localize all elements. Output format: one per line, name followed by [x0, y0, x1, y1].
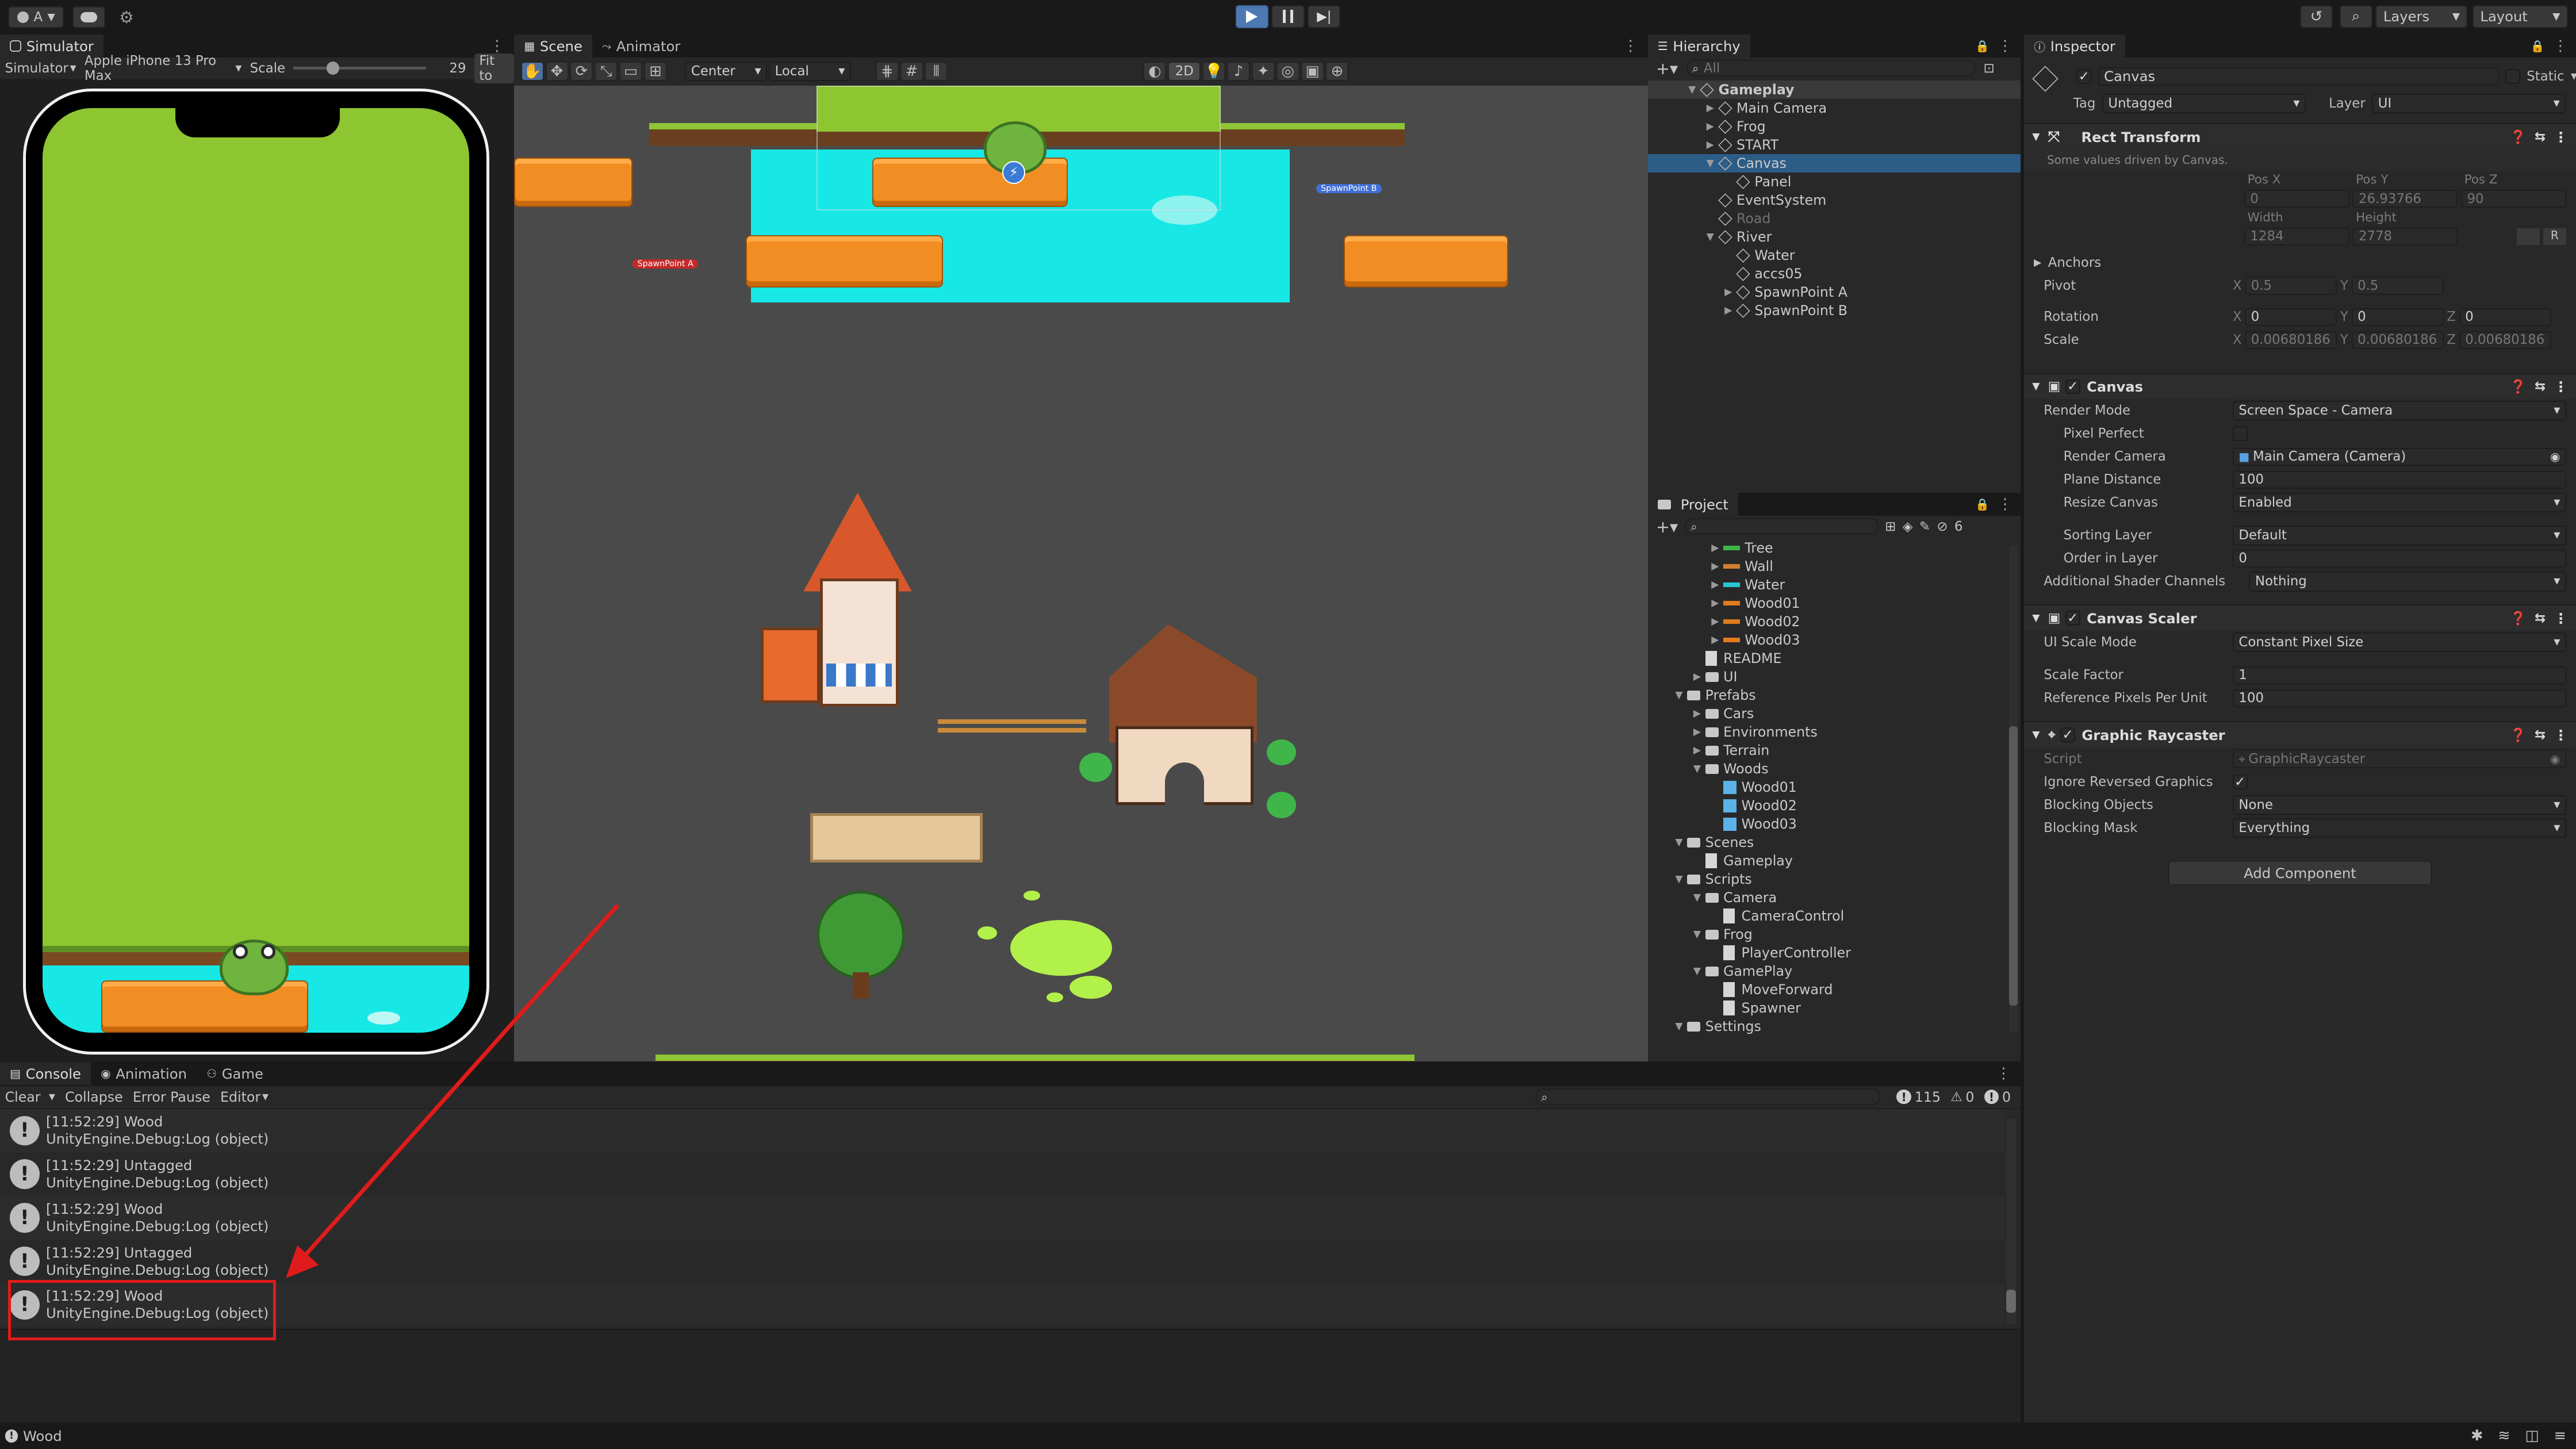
- status-bar: ! Wood ✱ ≋ ◫ ≡: [0, 1423, 2576, 1449]
- status-text[interactable]: Wood: [23, 1428, 62, 1444]
- notifications-icon[interactable]: ≡: [2554, 1427, 2566, 1444]
- bug-icon[interactable]: ✱: [2471, 1427, 2483, 1444]
- progress-icon[interactable]: ≋: [2498, 1427, 2510, 1444]
- annotation-arrow: [286, 903, 619, 1278]
- status-log-icon: !: [5, 1429, 18, 1443]
- cache-icon[interactable]: ◫: [2525, 1427, 2539, 1444]
